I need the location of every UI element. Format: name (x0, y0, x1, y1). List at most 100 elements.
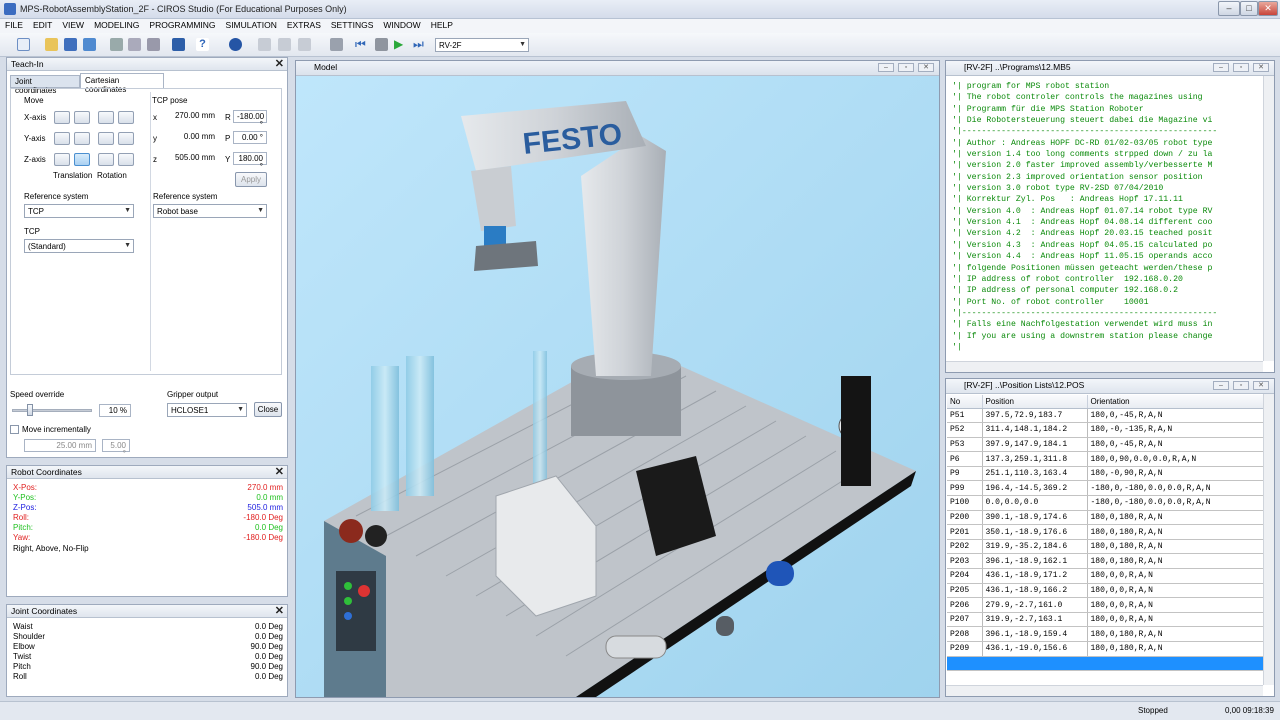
close-icon[interactable]: ✕ (275, 466, 284, 478)
table-row[interactable]: P203 396.1,-18.9,162.1 180,0,180,R,A,N (947, 553, 1264, 570)
rz-plus-button[interactable] (118, 153, 134, 166)
minimize-icon[interactable]: – (1213, 381, 1229, 390)
restore-icon[interactable]: ▫ (1233, 63, 1249, 72)
help-icon[interactable]: ? (196, 38, 209, 51)
table-row[interactable]: P99 196.4,-14.5,369.2 -180,0,-180,0.0,0.0,… (947, 480, 1264, 497)
table-row[interactable]: P205 436.1,-18.9,166.2 180,0,0,R,A,N (947, 583, 1264, 599)
move-incrementally-checkbox[interactable] (10, 425, 19, 434)
table-row[interactable]: P202 319.9,-35.2,184.6 180,0,180,R,A,N (947, 539, 1264, 555)
paste-icon[interactable] (147, 38, 160, 51)
pose-yaw-field[interactable]: 180.00 ° (233, 152, 267, 171)
copy-icon[interactable] (128, 38, 141, 51)
cut-icon[interactable] (110, 38, 123, 51)
table-row[interactable]: P204 436.1,-18.9,171.2 180,0,0,R,A,N (947, 568, 1264, 584)
close-window-button[interactable]: ✕ (1258, 1, 1278, 16)
menu-settings[interactable]: SETTINGS (326, 19, 379, 30)
globe-icon[interactable] (229, 38, 242, 51)
close-gripper-button[interactable]: Close (254, 402, 282, 417)
program-code-editor[interactable]: '| program for MPS robot station '| The r… (952, 81, 1260, 360)
save-icon[interactable] (64, 38, 77, 51)
menu-programming[interactable]: PROGRAMMING (144, 19, 220, 30)
table-row[interactable]: P201 350.1,-18.9,176.6 180,0,180,R,A,N (947, 524, 1264, 540)
rx-minus-button[interactable] (98, 111, 114, 124)
tab-cartesian-coordinates[interactable]: Cartesian coordinates (80, 73, 164, 94)
table-row[interactable]: P209 436.1,-19.0,156.6 180,0,180,R,A,N (947, 641, 1264, 657)
pose-x-field[interactable]: 270.00 mm (162, 110, 218, 123)
selected-empty-row[interactable] (947, 656, 1264, 672)
step-icon[interactable] (278, 38, 291, 51)
table-row[interactable]: P53 397.9,147.9,184.1 180,0,-45,R,A,N (947, 437, 1264, 453)
frame-icon[interactable] (298, 38, 311, 51)
table-row[interactable]: P9 251.1,110.3,163.4 180,-0,90,R,A,N (947, 466, 1264, 482)
col-position[interactable]: Position (982, 395, 1088, 409)
pose-r-field[interactable]: -180.00 ° (233, 110, 267, 129)
minimize-icon[interactable]: – (878, 63, 894, 72)
table-row[interactable]: P200 390.1,-18.9,174.6 180,0,180,R,A,N (947, 510, 1264, 526)
close-icon[interactable]: ✕ (1253, 381, 1269, 390)
speed-slider-thumb[interactable] (27, 404, 33, 416)
menu-modeling[interactable]: MODELING (89, 19, 144, 30)
pose-p-field[interactable]: 0.00 ° (233, 131, 267, 144)
col-orientation[interactable]: Orientation (1087, 395, 1264, 409)
z-minus-button[interactable] (54, 153, 70, 166)
x-minus-button[interactable] (54, 111, 70, 124)
minimize-button[interactable]: – (1218, 1, 1240, 16)
teach-icon[interactable] (258, 38, 271, 51)
stop-icon[interactable] (375, 38, 388, 51)
vertical-scrollbar[interactable] (1263, 394, 1274, 685)
3d-scene[interactable]: FESTO (296, 76, 939, 697)
rewind-icon[interactable]: ⏮ (355, 38, 368, 51)
table-row[interactable]: P51 397.5,72.9,183.7 180,0,-45,R,A,N (947, 408, 1264, 424)
menu-simulation[interactable]: SIMULATION (221, 19, 282, 30)
table-row[interactable]: P100 0.0,0.0,0.0 -180,0,-180,0.0,0.0,R,A,N (947, 495, 1264, 511)
close-icon[interactable]: ✕ (918, 63, 934, 72)
speed-slider-track[interactable] (12, 409, 92, 412)
close-icon[interactable]: ✕ (1253, 63, 1269, 72)
reset-icon[interactable] (330, 38, 343, 51)
restore-icon[interactable]: ▫ (1233, 381, 1249, 390)
tab-joint-coordinates[interactable]: Joint coordinates (10, 75, 80, 95)
x-plus-button[interactable] (74, 111, 90, 124)
increment-mm-field[interactable]: 25.00 mm (24, 439, 96, 452)
restore-icon[interactable]: ▫ (898, 63, 914, 72)
reference-system2-select[interactable]: Robot base ▼ (153, 204, 267, 218)
menu-help[interactable]: HELP (426, 19, 458, 30)
ry-minus-button[interactable] (98, 132, 114, 145)
rz-minus-button[interactable] (98, 153, 114, 166)
pose-y-field[interactable]: 0.00 mm (162, 131, 218, 144)
gripper-output-select[interactable]: HCLOSE1 ▼ (167, 403, 247, 417)
tcp-select[interactable]: (Standard) ▼ (24, 239, 134, 253)
new-icon[interactable] (17, 38, 30, 51)
table-row[interactable]: P207 319.9,-2.7,163.1 180,0,0,R,A,N (947, 612, 1264, 628)
menu-edit[interactable]: EDIT (28, 19, 57, 30)
increment-deg-field[interactable]: 5.00 ° (102, 439, 130, 458)
menu-file[interactable]: FILE (0, 19, 28, 30)
save-all-icon[interactable] (83, 38, 96, 51)
apply-button[interactable]: Apply (235, 172, 267, 187)
maximize-button[interactable]: □ (1240, 1, 1258, 16)
menu-window[interactable]: WINDOW (378, 19, 425, 30)
minimize-icon[interactable]: – (1213, 63, 1229, 72)
col-no[interactable]: No (947, 395, 983, 409)
reference-system-select[interactable]: TCP ▼ (24, 204, 134, 218)
horizontal-scrollbar[interactable] (946, 685, 1263, 696)
play-icon[interactable]: ▶ (394, 38, 407, 51)
table-row[interactable]: P208 396.1,-18.9,159.4 180,0,180,R,A,N (947, 626, 1264, 642)
horizontal-scrollbar[interactable] (946, 361, 1263, 372)
close-icon[interactable]: ✕ (275, 58, 284, 70)
y-plus-button[interactable] (74, 132, 90, 145)
open-icon[interactable] (45, 38, 58, 51)
vertical-scrollbar[interactable] (1263, 76, 1274, 361)
pose-z-field[interactable]: 505.00 mm (162, 152, 218, 165)
print-icon[interactable] (172, 38, 185, 51)
close-icon[interactable]: ✕ (275, 605, 284, 617)
table-row[interactable]: P52 311.4,148.1,184.2 180,-0,-135,R,A,N (947, 422, 1264, 438)
table-row[interactable]: P6 137.3,259.1,311.8 180,0,90,0.0,0.0,R,A,… (947, 451, 1264, 467)
rx-plus-button[interactable] (118, 111, 134, 124)
menu-view[interactable]: VIEW (57, 19, 89, 30)
step-forward-icon[interactable]: ⏭ (413, 38, 426, 51)
z-plus-button[interactable] (74, 153, 90, 166)
y-minus-button[interactable] (54, 132, 70, 145)
table-row[interactable]: P206 279.9,-2.7,161.0 180,0,0,R,A,N (947, 597, 1264, 613)
menu-extras[interactable]: EXTRAS (282, 19, 326, 30)
